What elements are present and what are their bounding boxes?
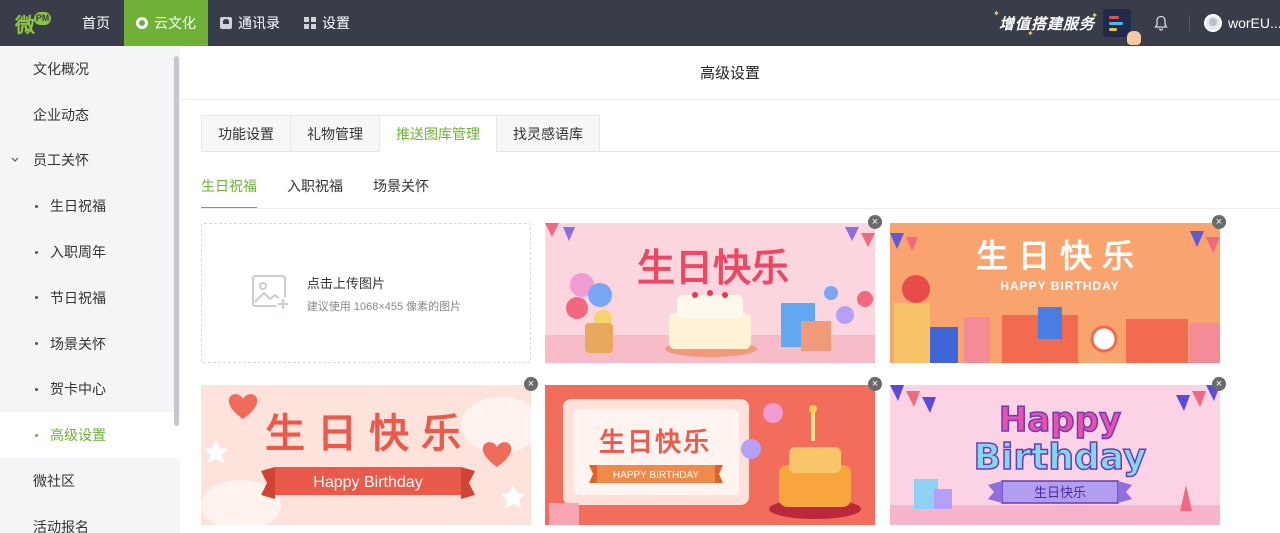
hand-pointer-icon <box>1127 31 1141 45</box>
delete-card-button[interactable]: × <box>524 377 538 391</box>
sidebar-item-culture-overview[interactable]: 文化概况 <box>0 46 180 92</box>
sidebar-item-label: 文化概况 <box>33 60 89 77</box>
logo-badge: PM <box>34 11 51 25</box>
sidebar-item-scene-care[interactable]: 场景关怀 <box>0 321 180 367</box>
sidebar-item-card-center[interactable]: 贺卡中心 <box>0 367 180 413</box>
grid-icon <box>304 17 316 29</box>
tab-gift-management[interactable]: 礼物管理 <box>290 115 379 152</box>
sidebar-item-event-signup[interactable]: 活动报名 <box>0 504 180 533</box>
promo-app-icon[interactable] <box>1103 9 1141 45</box>
sidebar-item-label: 入职周年 <box>50 244 106 261</box>
birthday-banner-image: 生日快乐 Happy Birthday <box>201 385 531 525</box>
subtab-birthday[interactable]: 生日祝福 <box>201 176 257 209</box>
value-added-service-promo[interactable]: ✦ 增值搭建服务 ✦ ✦ <box>993 9 1098 38</box>
bullet <box>35 204 38 208</box>
delete-card-button[interactable]: × <box>1212 215 1226 229</box>
logo-text: 微 <box>15 14 35 37</box>
upload-title: 点击上传图片 <box>306 275 385 291</box>
card-title: Happy <box>999 400 1121 440</box>
sidebar-item-company-news[interactable]: 企业动态 <box>0 92 180 138</box>
sidebar-item-label: 企业动态 <box>33 106 89 123</box>
upload-hint: 建议使用 1068×455 像素的图片 <box>306 300 462 313</box>
bullet <box>35 433 38 437</box>
card-title: 生日快乐 <box>599 428 711 458</box>
sidebar-item-label: 微社区 <box>33 473 75 490</box>
card-title: 生日快乐 <box>265 411 473 457</box>
nav-contacts-label: 通讯录 <box>238 15 280 31</box>
page-title: 高级设置 <box>180 46 1280 100</box>
birthday-banner-image: 生日快乐 HAPPY BIRTHDAY <box>545 385 875 525</box>
sidebar-scrollbar[interactable] <box>172 46 180 533</box>
sidebar-item-advanced-settings[interactable]: 高级设置 <box>0 412 180 459</box>
top-navigation-bar: 微 PM 首页 云文化 通讯录 设置 ✦ 增值搭建服务 ✦ ✦ worEU... <box>0 0 1280 46</box>
tab-inspiration-library[interactable]: 找灵感语库 <box>496 115 600 152</box>
sidebar-item-label: 节日祝福 <box>50 289 106 306</box>
nav-cloud-culture-label: 云文化 <box>154 15 196 31</box>
sidebar-item-anniversary[interactable]: 入职周年 <box>0 229 180 275</box>
nav-cloud-culture[interactable]: 云文化 <box>124 0 208 46</box>
sparkle-icon: ✦ <box>992 8 1001 18</box>
tab-push-gallery[interactable]: 推送图库管理 <box>379 115 496 152</box>
bell-icon[interactable] <box>1151 0 1171 46</box>
username[interactable]: worEU... <box>1228 15 1280 31</box>
card-subtitle: Happy Birthday <box>313 474 422 491</box>
sidebar-item-label: 贺卡中心 <box>50 381 106 398</box>
gear-icon <box>136 17 148 29</box>
gallery-image-card[interactable]: 生日快乐 HAPPY BIRTHDAY <box>545 385 875 525</box>
sidebar-item-micro-community[interactable]: 微社区 <box>0 458 180 504</box>
nav-contacts[interactable]: 通讯录 <box>208 0 292 46</box>
settings-tabs: 功能设置 礼物管理 推送图库管理 找灵感语库 <box>201 115 600 152</box>
subtab-scene-care[interactable]: 场景关怀 <box>373 176 429 208</box>
main-content: 高级设置 功能设置 礼物管理 推送图库管理 找灵感语库 生日祝福 入职祝福 场景… <box>180 46 1280 533</box>
gallery-image-card[interactable]: Happy Birthday 生日快乐 <box>890 385 1220 525</box>
subtabs-divider <box>201 208 1280 209</box>
card-title-line2: Birthday <box>974 437 1147 478</box>
nav-home[interactable]: 首页 <box>66 0 124 46</box>
image-upload-icon <box>251 275 290 311</box>
sidebar: 文化概况 企业动态 员工关怀 生日祝福 入职周年 节日祝福 场景关怀 贺卡中心 … <box>0 46 180 533</box>
sidebar-item-label: 员工关怀 <box>33 152 89 169</box>
gallery-image-card[interactable]: 生日快乐 <box>545 223 875 363</box>
divider <box>1189 15 1190 31</box>
card-subtitle: HAPPY BIRTHDAY <box>613 470 699 481</box>
card-subtitle: HAPPY BIRTHDAY <box>1000 279 1119 293</box>
gallery-subtabs: 生日祝福 入职祝福 场景关怀 <box>201 176 429 209</box>
sparkle-icon: ✦ <box>1026 28 1035 38</box>
card-title: 生日快乐 <box>976 237 1144 275</box>
sidebar-item-birthday[interactable]: 生日祝福 <box>0 183 180 229</box>
gallery-image-card[interactable]: 生日快乐 Happy Birthday <box>201 385 531 525</box>
nav-settings[interactable]: 设置 <box>292 0 362 46</box>
birthday-banner-image: 生日快乐 <box>545 223 875 363</box>
bullet <box>35 250 38 254</box>
app-logo[interactable]: 微 PM <box>0 0 66 46</box>
sidebar-item-label: 活动报名 <box>33 518 89 533</box>
upload-image-box[interactable]: 点击上传图片 建议使用 1068×455 像素的图片 <box>201 223 531 363</box>
delete-card-button[interactable]: × <box>1212 377 1226 391</box>
tab-function-settings[interactable]: 功能设置 <box>201 115 290 152</box>
bullet <box>35 387 38 391</box>
gallery-image-card[interactable]: 生日快乐 HAPPY BIRTHDAY <box>890 223 1220 363</box>
sidebar-item-label: 高级设置 <box>50 427 106 444</box>
scrollbar-thumb[interactable] <box>174 56 179 426</box>
promo-text: 增值搭建服务 <box>998 15 1095 33</box>
birthday-banner-image: Happy Birthday 生日快乐 <box>890 385 1220 525</box>
sidebar-item-label: 场景关怀 <box>50 335 106 352</box>
bullet <box>35 296 38 300</box>
nav-settings-label: 设置 <box>322 15 350 31</box>
sparkle-icon: ✦ <box>1091 10 1099 20</box>
delete-card-button[interactable]: × <box>868 215 882 229</box>
bullet <box>35 342 38 346</box>
contacts-icon <box>220 17 232 29</box>
birthday-banner-image: 生日快乐 HAPPY BIRTHDAY <box>890 223 1220 363</box>
sidebar-item-employee-care[interactable]: 员工关怀 <box>0 138 180 184</box>
card-subtitle: 生日快乐 <box>1034 485 1086 500</box>
chevron-down-icon <box>10 155 20 165</box>
subtab-onboarding[interactable]: 入职祝福 <box>287 176 343 208</box>
sidebar-item-label: 生日祝福 <box>50 198 106 215</box>
avatar[interactable] <box>1204 14 1222 32</box>
sidebar-item-holiday[interactable]: 节日祝福 <box>0 275 180 321</box>
delete-card-button[interactable]: × <box>868 377 882 391</box>
card-title: 生日快乐 <box>637 246 789 290</box>
nav-home-label: 首页 <box>82 15 110 31</box>
